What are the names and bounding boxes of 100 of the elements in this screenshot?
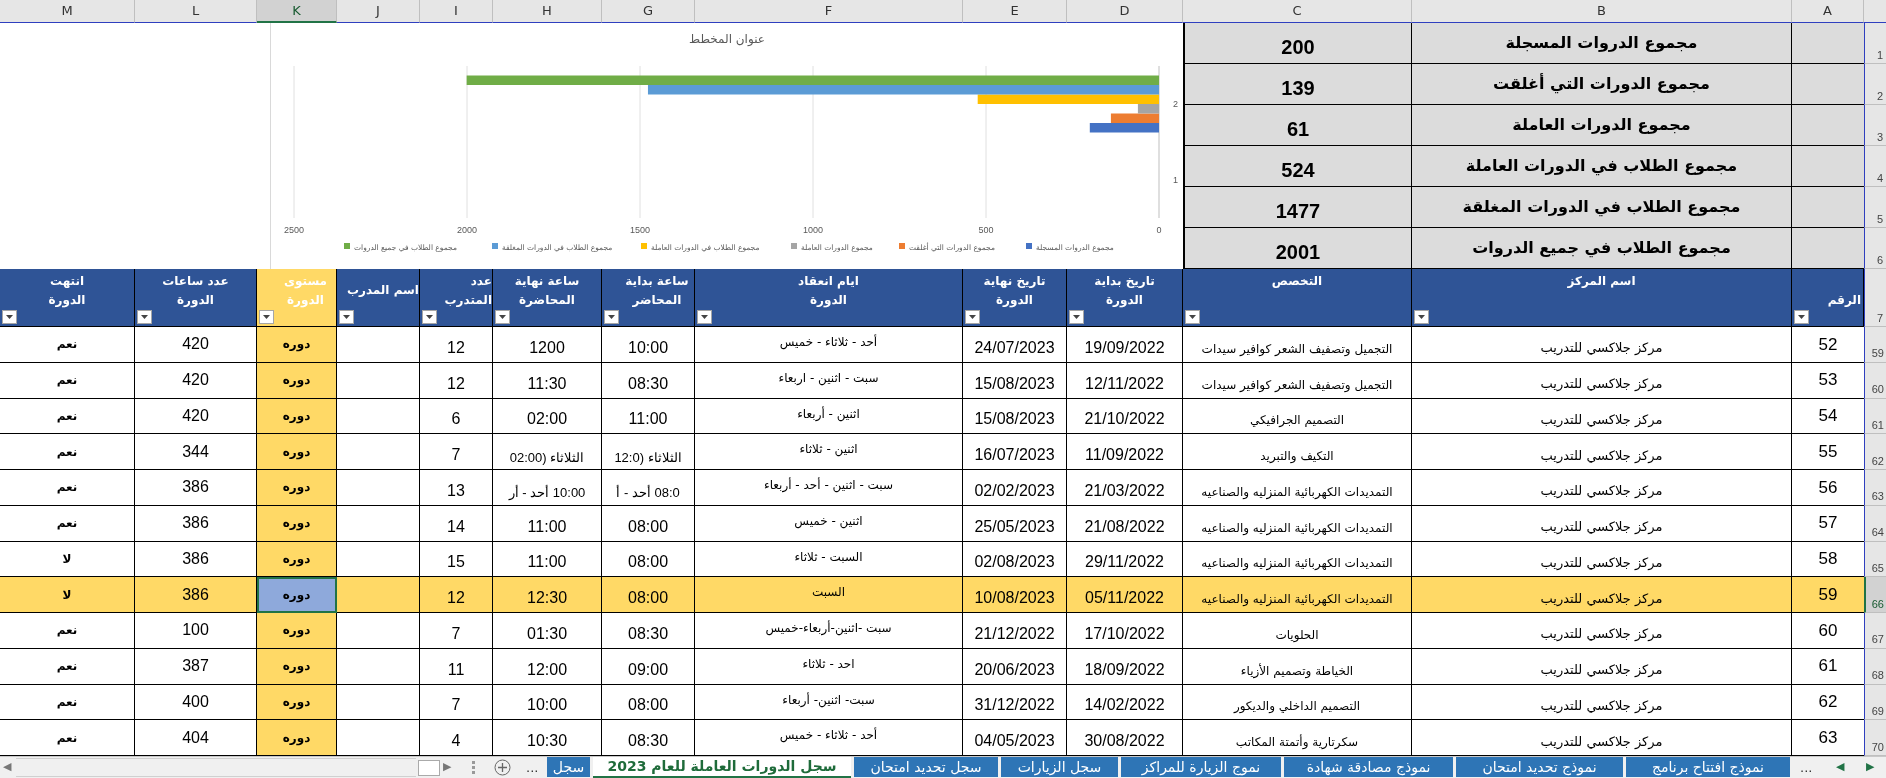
column-header[interactable]: A xyxy=(1792,0,1864,23)
row-header[interactable]: 1 xyxy=(1864,23,1886,64)
table-cell: 21/08/2022 xyxy=(1067,505,1183,542)
table-cell: 11 xyxy=(420,648,493,685)
heading-text: عدد ساعات الدورة xyxy=(161,273,230,310)
table-cell: 11:00 xyxy=(493,541,602,578)
table-cell: 200 xyxy=(1183,23,1412,64)
previous-sheet-button[interactable]: ◀ xyxy=(1836,759,1845,776)
table-cell: 09:00 xyxy=(602,648,695,685)
more-tabs-button[interactable]: ... xyxy=(1800,758,1813,778)
row-header[interactable]: 2 xyxy=(1864,64,1886,105)
scroll-thumb[interactable] xyxy=(418,760,440,776)
filter-dropdown-button[interactable] xyxy=(137,310,152,324)
table-cell: 14/02/2022 xyxy=(1067,684,1183,721)
more-tabs-button[interactable]: ... xyxy=(526,758,539,778)
sheet-tab[interactable]: سجل الدورات العاملة للعام 2023 xyxy=(593,757,851,778)
table-cell: الخياطة وتصميم الأزياء xyxy=(1183,648,1412,685)
row-header[interactable]: 61 xyxy=(1864,398,1886,435)
sheet-tab[interactable]: سجل xyxy=(547,757,590,777)
table-cell: 02:00 xyxy=(493,398,602,435)
select-all-corner[interactable] xyxy=(1864,0,1886,23)
legend-swatch xyxy=(791,243,797,249)
sheet-tab[interactable]: سجل الزيارات xyxy=(1001,757,1118,777)
splitter-handle[interactable] xyxy=(472,761,475,774)
column-header[interactable]: D xyxy=(1067,0,1183,23)
caret-icon xyxy=(1073,315,1080,319)
sheet-tab[interactable]: نموذج تحديد امتحان xyxy=(1456,757,1623,777)
row-header[interactable]: 59 xyxy=(1864,327,1886,363)
filter-dropdown-button[interactable] xyxy=(495,310,510,324)
table-cell: التجميل وتصفيف الشعر كوافير سيدات xyxy=(1183,327,1412,363)
row-header[interactable]: 67 xyxy=(1864,613,1886,649)
filter-dropdown-button[interactable] xyxy=(1414,310,1429,324)
column-header[interactable]: C xyxy=(1183,0,1412,23)
table-cell xyxy=(1792,23,1864,64)
row-header[interactable]: 70 xyxy=(1864,720,1886,756)
table-cell: دوره xyxy=(257,684,337,721)
row-header[interactable]: 66 xyxy=(1864,577,1886,613)
table-cell: 13 xyxy=(420,470,493,506)
column-header[interactable]: B xyxy=(1412,0,1792,23)
table-cell: 05/11/2022 xyxy=(1067,577,1183,613)
table-cell: 387 xyxy=(135,648,257,685)
horizontal-scrollbar[interactable] xyxy=(16,758,416,777)
filter-dropdown-button[interactable] xyxy=(604,310,619,324)
column-header[interactable]: M xyxy=(0,0,135,23)
filter-dropdown-button[interactable] xyxy=(339,310,354,324)
column-header[interactable]: H xyxy=(493,0,602,23)
table-cell: 59 xyxy=(1792,577,1864,613)
row-header[interactable]: 60 xyxy=(1864,362,1886,399)
table-cell: 420 xyxy=(135,362,257,399)
row-header[interactable]: 63 xyxy=(1864,470,1886,506)
filter-dropdown-button[interactable] xyxy=(1185,310,1200,324)
filter-dropdown-button[interactable] xyxy=(2,310,17,324)
column-header[interactable]: E xyxy=(963,0,1067,23)
table-cell: التصميم الداخلي والديكور xyxy=(1183,684,1412,721)
row-header[interactable]: 3 xyxy=(1864,105,1886,146)
caret-icon xyxy=(969,315,976,319)
table-cell: نعم xyxy=(0,434,135,470)
sheet-tab[interactable]: سجل تحديد امتحان xyxy=(854,757,998,777)
table-cell: مركز جلاكسي للتدريب xyxy=(1412,577,1792,613)
table-cell: 386 xyxy=(135,505,257,542)
table-cell: دوره xyxy=(257,470,337,506)
table-cell: 08:00 xyxy=(602,505,695,542)
sheet-tab[interactable]: نموج الزيارة للمراكز xyxy=(1121,757,1281,777)
column-header[interactable]: I xyxy=(420,0,493,23)
row-header[interactable]: 65 xyxy=(1864,541,1886,578)
row-header[interactable]: 4 xyxy=(1864,146,1886,187)
row-header[interactable]: 6 xyxy=(1864,228,1886,269)
filter-dropdown-button[interactable] xyxy=(697,310,712,324)
sheet-tab[interactable]: نموذج مصادقة شهادة xyxy=(1284,757,1453,777)
scroll-right-button[interactable]: ▶ xyxy=(443,759,452,776)
next-sheet-button[interactable]: ▶ xyxy=(1866,759,1875,776)
table-cell: 1477 xyxy=(1183,187,1412,228)
table-cell: مجموع الدروات المسجلة xyxy=(1412,23,1792,64)
row-header[interactable]: 69 xyxy=(1864,684,1886,721)
column-header[interactable]: L xyxy=(135,0,257,23)
row-header[interactable]: 64 xyxy=(1864,505,1886,542)
add-sheet-icon[interactable] xyxy=(494,759,511,776)
table-cell: مركز جلاكسي للتدريب xyxy=(1412,470,1792,506)
row-header[interactable]: 62 xyxy=(1864,434,1886,470)
row-header[interactable]: 7 xyxy=(1864,269,1886,327)
table-cell: دوره xyxy=(257,362,337,399)
table-cell: 2001 xyxy=(1183,228,1412,269)
table-cell: السبت xyxy=(695,577,963,613)
filter-dropdown-button[interactable] xyxy=(965,310,980,324)
column-header[interactable]: K xyxy=(257,0,337,23)
row-header[interactable]: 68 xyxy=(1864,648,1886,685)
filter-dropdown-button[interactable] xyxy=(259,310,274,324)
heading-text: التخصص xyxy=(1270,273,1324,290)
scroll-left-button[interactable]: ◀ xyxy=(3,759,12,776)
column-header[interactable]: F xyxy=(695,0,963,23)
table-cell: مركز جلاكسي للتدريب xyxy=(1412,327,1792,363)
filter-dropdown-button[interactable] xyxy=(1794,310,1809,324)
column-header[interactable]: J xyxy=(337,0,420,23)
column-header[interactable]: G xyxy=(602,0,695,23)
table-cell: مركز جلاكسي للتدريب xyxy=(1412,505,1792,542)
row-header[interactable]: 5 xyxy=(1864,187,1886,228)
filter-dropdown-button[interactable] xyxy=(1069,310,1084,324)
sheet-tab[interactable]: نموذج افتتاح برنامج xyxy=(1626,757,1790,777)
table-cell: سبت -اثنين-أربعاء-خميس xyxy=(695,613,963,649)
filter-dropdown-button[interactable] xyxy=(422,310,437,324)
